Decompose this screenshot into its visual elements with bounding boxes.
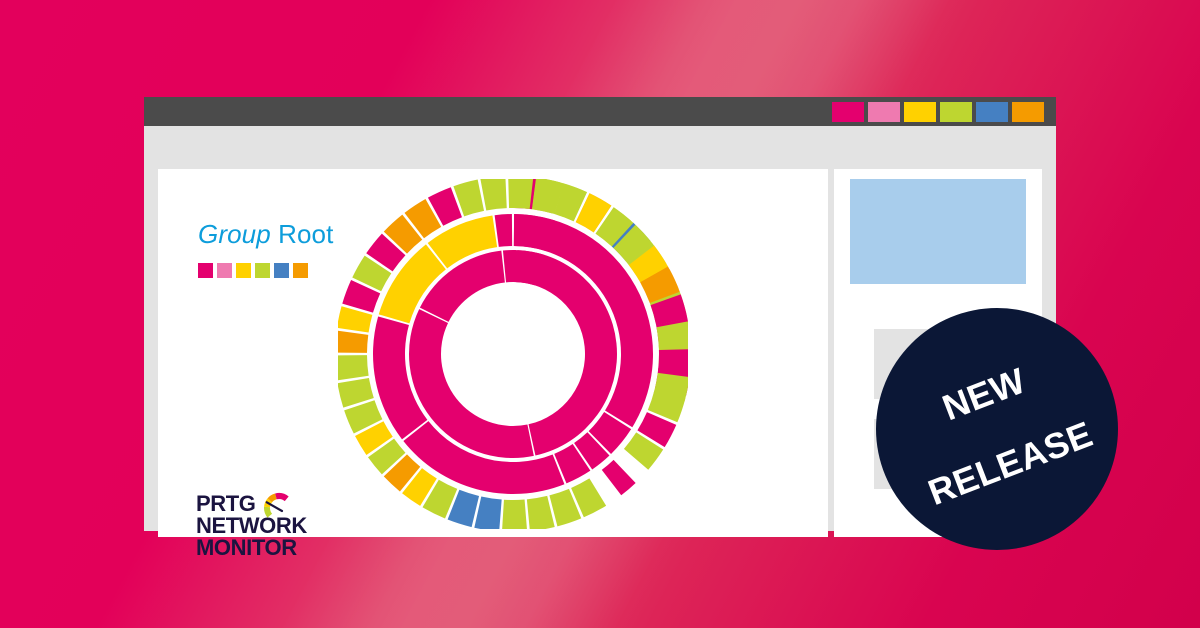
legend-swatch-yellow <box>236 263 251 278</box>
titlebar-swatch-yellow[interactable] <box>904 101 936 122</box>
ring-3-outer-segment-15[interactable] <box>601 459 636 496</box>
new-release-badge: NEW RELEASE <box>876 308 1118 550</box>
gauge-arc-magenta <box>275 493 289 502</box>
page-title-regular: Root <box>270 219 334 249</box>
ring-3-outer-segment-20[interactable] <box>474 496 502 532</box>
ring-3-outer-segment-39[interactable] <box>480 176 507 211</box>
side-panel-map-placeholder <box>850 179 1026 284</box>
ring-3-outer-segment-18[interactable] <box>526 495 555 532</box>
ring-3-outer-segment-40[interactable] <box>508 176 534 209</box>
legend-swatch-orange <box>293 263 308 278</box>
logo-line-3: MONITOR <box>196 535 297 560</box>
legend-swatch-blue <box>274 263 289 278</box>
page-title-italic: Group <box>198 219 271 249</box>
sunburst-svg <box>335 176 691 532</box>
legend-swatch-lime <box>255 263 270 278</box>
gauge-arc-lime <box>264 506 273 518</box>
chart-legend <box>198 263 308 278</box>
ring-2-middle-segment-8[interactable] <box>494 214 513 247</box>
ring-3-outer-segment-30[interactable] <box>335 330 369 353</box>
legend-swatch-pink <box>217 263 232 278</box>
titlebar-swatch-orange[interactable] <box>1012 101 1044 122</box>
sunburst-chart[interactable] <box>335 176 691 532</box>
page-title: Group Root <box>198 219 333 250</box>
badge-line-2: RELEASE <box>922 413 1098 514</box>
prtg-logo: PRTG NETWORK MONITOR <box>196 487 346 560</box>
legend-swatch-magenta <box>198 263 213 278</box>
titlebar-swatch-pink[interactable] <box>868 101 900 122</box>
ring-3-outer-segment-29[interactable] <box>335 355 369 381</box>
main-content-panel: Group Root PRTG NETWORK MONITOR <box>158 169 828 559</box>
ring-1-inner <box>408 250 617 458</box>
window-titlebar <box>144 97 1056 126</box>
titlebar-swatch-lime[interactable] <box>940 101 972 122</box>
gauge-icon <box>258 487 300 529</box>
ring-3-outer-segment-50[interactable] <box>658 349 691 375</box>
ring-1-inner-segment-3[interactable] <box>502 250 516 283</box>
titlebar-swatch-blue[interactable] <box>976 101 1008 122</box>
ring-3-outer-segment-19[interactable] <box>501 499 528 532</box>
gauge-icon-svg <box>264 493 289 518</box>
titlebar-swatch-magenta[interactable] <box>832 101 864 122</box>
new-release-badge-text: NEW RELEASE <box>883 312 1110 547</box>
